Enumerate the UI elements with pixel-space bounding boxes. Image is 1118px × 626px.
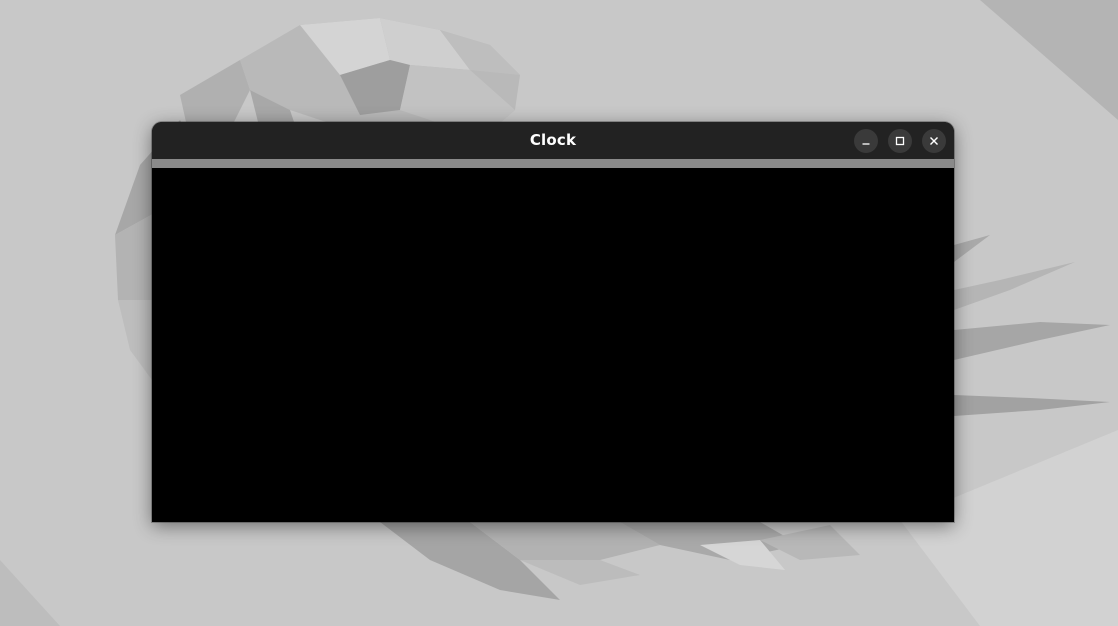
- close-icon: [929, 136, 939, 146]
- clock-content-area: [152, 168, 954, 522]
- clock-window: Clock: [152, 122, 954, 522]
- close-button[interactable]: [922, 129, 946, 153]
- desktop: Clock: [0, 0, 1118, 626]
- minimize-icon: [861, 136, 871, 146]
- window-title: Clock: [529, 131, 577, 149]
- maximize-icon: [895, 136, 905, 146]
- header-strip: [152, 159, 954, 168]
- minimize-button[interactable]: [854, 129, 878, 153]
- title-bar[interactable]: Clock: [152, 122, 954, 159]
- maximize-button[interactable]: [888, 129, 912, 153]
